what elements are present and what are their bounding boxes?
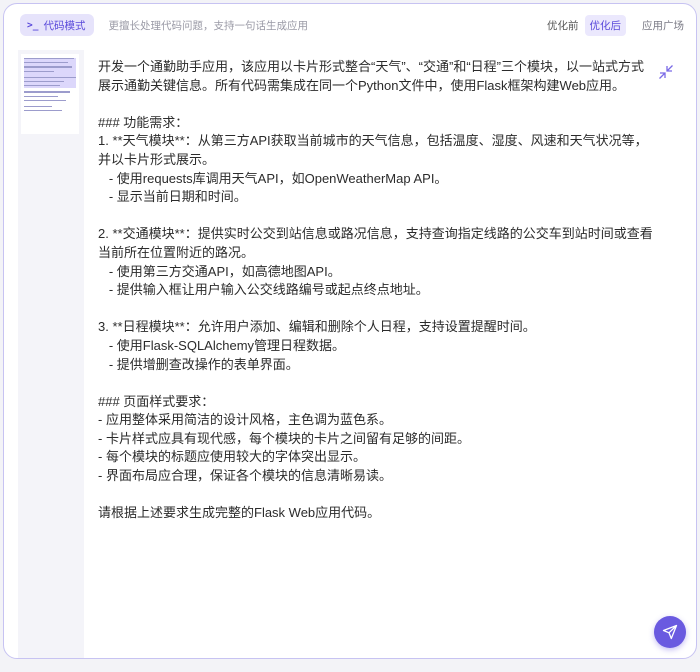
minimap-sidebar[interactable] — [18, 50, 84, 658]
paper-plane-icon — [662, 624, 678, 640]
mode-subtitle: 更擅长处理代码问题，支持一句话生成应用 — [108, 19, 308, 32]
app-plaza-link[interactable]: 应用广场 — [642, 18, 684, 33]
minimap-thumbnail[interactable] — [21, 54, 79, 134]
header-bar: >_ 代码模式 更擅长处理代码问题，支持一句话生成应用 优化前 优化后 应用广场 — [4, 4, 696, 46]
optimize-toggle: 优化前 优化后 — [547, 14, 626, 36]
code-mode-label: 代码模式 — [43, 19, 86, 32]
app-window: >_ 代码模式 更擅长处理代码问题，支持一句话生成应用 优化前 优化后 应用广场 — [3, 3, 697, 659]
code-mode-button[interactable]: >_ 代码模式 — [20, 14, 95, 36]
terminal-icon: >_ — [27, 19, 39, 31]
send-button[interactable] — [654, 616, 686, 648]
collapse-arrows-icon[interactable] — [658, 64, 674, 80]
toggle-before[interactable]: 优化前 — [547, 18, 579, 33]
prompt-text: 开发一个通勤助手应用，该应用以卡片形式整合“天气”、“交通”和“日程”三个模块，… — [98, 59, 653, 521]
toggle-after[interactable]: 优化后 — [584, 14, 626, 36]
